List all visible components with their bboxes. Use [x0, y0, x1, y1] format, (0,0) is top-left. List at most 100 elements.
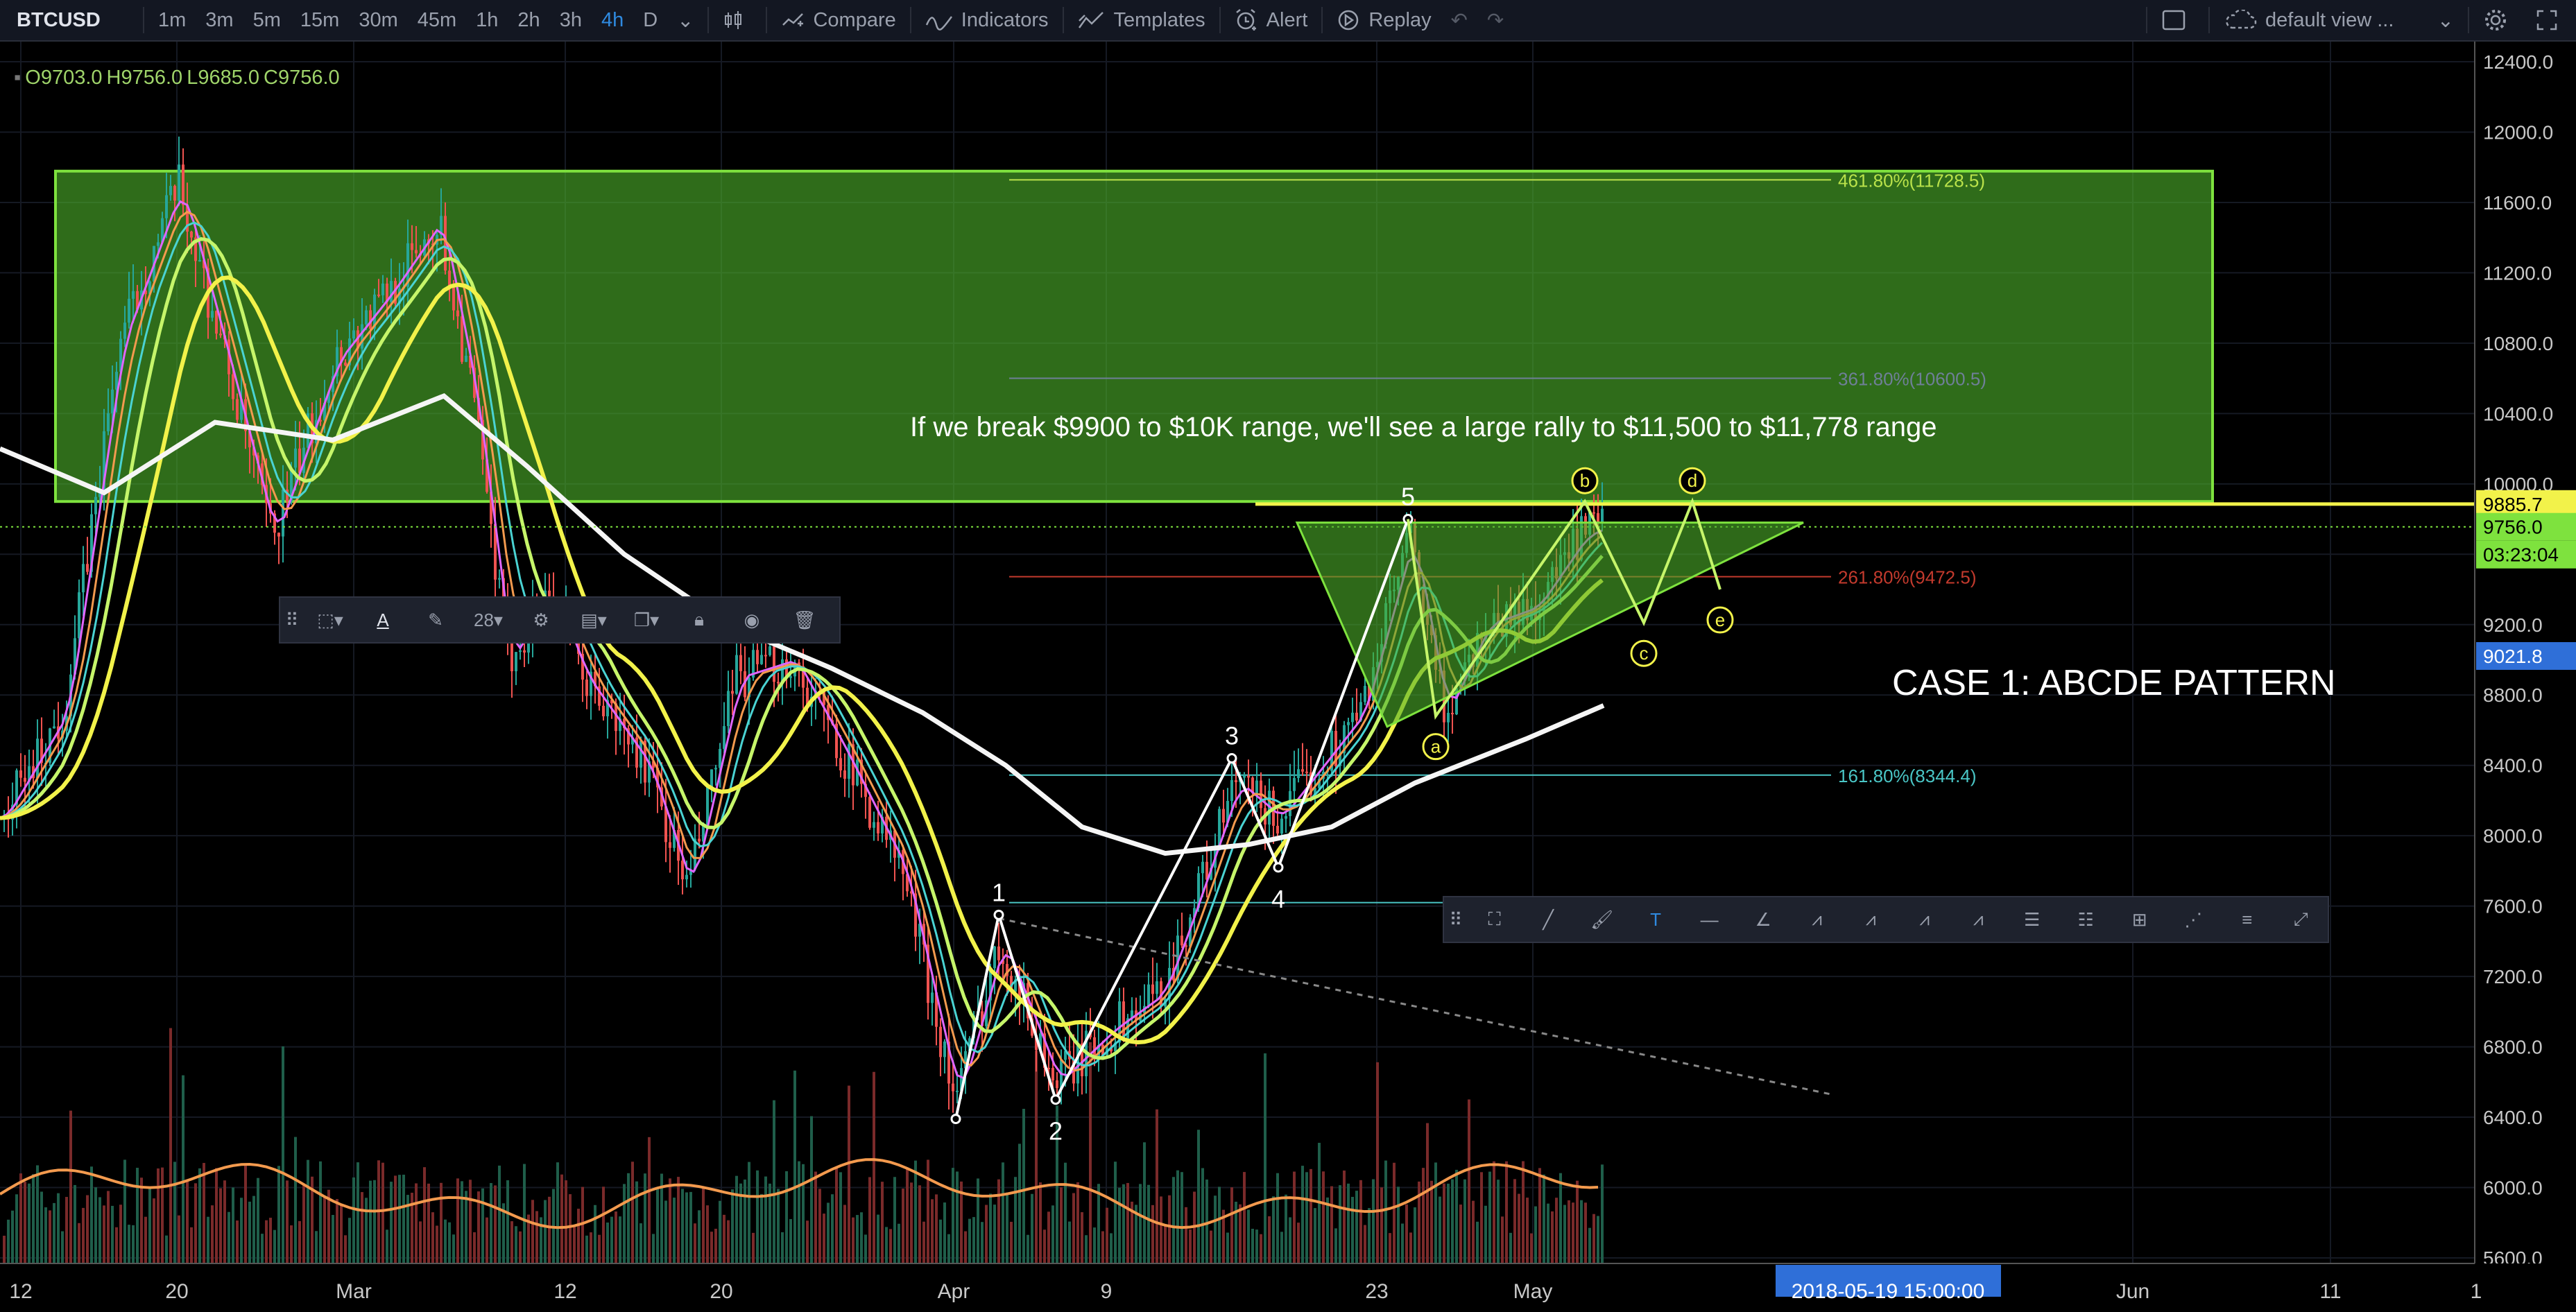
- wave-ae-icon[interactable]: ⩘: [1844, 897, 1898, 942]
- candle-body: [165, 195, 168, 218]
- text-tool-icon[interactable]: T: [1629, 897, 1683, 942]
- interval-1m[interactable]: 1m: [148, 0, 196, 40]
- candle-body: [1255, 780, 1258, 793]
- alert-button[interactable]: Alert: [1225, 0, 1318, 40]
- fib-retracement-icon[interactable]: ☰: [2005, 897, 2059, 942]
- volume-bar: [1122, 1184, 1125, 1263]
- fullscreen-square-button[interactable]: [2152, 0, 2204, 40]
- volume-bar: [635, 1181, 638, 1263]
- volume-bar: [1214, 1196, 1217, 1263]
- candle-body: [198, 260, 201, 262]
- volume-bar: [431, 1212, 434, 1263]
- candle-body: [1047, 1067, 1050, 1069]
- angle-icon[interactable]: ∠: [1736, 897, 1790, 942]
- settings-button[interactable]: [2473, 0, 2526, 40]
- volume-bar: [169, 1028, 172, 1263]
- wave-15-icon[interactable]: ⩘: [1898, 897, 1952, 942]
- fan-icon[interactable]: ⋰: [2166, 897, 2220, 942]
- volume-bar: [627, 1173, 630, 1263]
- eye-icon[interactable]: ◉: [725, 598, 778, 642]
- fullscreen-button[interactable]: [2526, 0, 2576, 40]
- interval-3h[interactable]: 3h: [550, 0, 592, 40]
- brush-icon[interactable]: 🖌︎: [1575, 897, 1629, 942]
- volume-bar: [885, 1227, 888, 1263]
- pencil-icon[interactable]: ✎: [409, 598, 462, 642]
- volume-bar: [702, 1186, 705, 1263]
- undo-button[interactable]: ↶: [1441, 0, 1477, 40]
- replay-button[interactable]: Replay: [1327, 0, 1441, 40]
- lock-icon[interactable]: 🔒︎: [673, 598, 725, 642]
- chart-area[interactable]: 461.80%(11728.5) 361.80%(10600.5) 261.80%(…: [0, 42, 2576, 1312]
- volume-bar: [261, 1234, 264, 1263]
- time-tick-label: Jun: [2116, 1280, 2149, 1303]
- volume-bar: [1039, 1182, 1042, 1263]
- toolbar-divider: [1321, 7, 1323, 33]
- interval-5m[interactable]: 5m: [243, 0, 291, 40]
- gann-box-icon[interactable]: ⊞: [2113, 897, 2167, 942]
- elliott-wave-point: [1226, 753, 1237, 764]
- compare-button[interactable]: Compare: [771, 0, 905, 40]
- interval-D[interactable]: D: [633, 0, 667, 40]
- redo-button[interactable]: ↷: [1477, 0, 1513, 40]
- price-tick-label: 10400.0: [2483, 403, 2553, 424]
- price-tick-label: 8000.0: [2483, 825, 2543, 847]
- candle-body: [868, 797, 871, 828]
- text-color-button[interactable]: A: [357, 598, 409, 642]
- volume-bar: [569, 1194, 572, 1263]
- layout-selector[interactable]: default view ... ⌄: [2214, 0, 2464, 40]
- fib-extension-icon[interactable]: ☷: [2059, 897, 2113, 942]
- clone-button[interactable]: ❐▾: [620, 598, 673, 642]
- candle-body: [182, 164, 184, 205]
- horizontal-line-icon[interactable]: —: [1683, 897, 1737, 942]
- select-rect-icon[interactable]: ⛶: [1468, 897, 1522, 942]
- candle-body: [515, 652, 517, 671]
- layers-button[interactable]: ▤▾: [567, 598, 620, 642]
- volume-bar: [1010, 1221, 1013, 1263]
- volume-bar: [386, 1229, 388, 1263]
- wave-ac-icon[interactable]: ⩘: [1951, 897, 2005, 942]
- volume-bar: [898, 1223, 900, 1263]
- volume-bar: [1114, 1162, 1117, 1263]
- drag-handle-icon[interactable]: ⠿: [1444, 897, 1468, 942]
- candle-body: [277, 533, 280, 537]
- volume-bar: [1497, 1180, 1500, 1263]
- trash-icon[interactable]: 🗑︎: [778, 598, 831, 642]
- text-frame-button[interactable]: ⬚▾: [304, 598, 357, 642]
- volume-bar: [914, 1160, 917, 1263]
- volume-bar: [1060, 1187, 1063, 1263]
- gear-icon[interactable]: ⚙: [515, 598, 567, 642]
- indicators-button[interactable]: Indicators: [916, 0, 1058, 40]
- chart-type-button[interactable]: [713, 0, 762, 40]
- volume-bar: [315, 1231, 318, 1263]
- candle-body: [361, 324, 363, 349]
- interval-30m[interactable]: 30m: [349, 0, 407, 40]
- interval-1h[interactable]: 1h: [466, 0, 508, 40]
- interval-45m[interactable]: 45m: [408, 0, 466, 40]
- templates-button[interactable]: Templates: [1068, 0, 1215, 40]
- interval-3m[interactable]: 3m: [196, 0, 243, 40]
- candlestick-chart[interactable]: 461.80%(11728.5) 361.80%(10600.5) 261.80%(…: [0, 42, 2576, 1312]
- volume-bar: [1501, 1216, 1504, 1263]
- text-style-toolbar: ⠿ ⬚▾ A ✎ 28 ▾ ⚙ ▤▾ ❐▾ 🔒︎ ◉ 🗑︎: [279, 596, 841, 644]
- font-size-select[interactable]: 28 ▾: [462, 598, 515, 642]
- volume-bar: [103, 1205, 105, 1263]
- interval-2h[interactable]: 2h: [508, 0, 549, 40]
- lines-icon[interactable]: ≡: [2220, 897, 2274, 942]
- candle-body: [86, 564, 89, 572]
- candle-body: [1601, 508, 1604, 522]
- wave-wy-icon[interactable]: ⩘: [1790, 897, 1844, 942]
- volume-bar: [1160, 1196, 1162, 1263]
- symbol-selector[interactable]: BTCUSD: [0, 0, 139, 40]
- interval-4h[interactable]: 4h: [592, 0, 633, 40]
- volume-bar: [1484, 1205, 1487, 1263]
- volume-bar: [140, 1177, 143, 1263]
- ruler-icon[interactable]: ⤢: [2274, 897, 2328, 942]
- wave-label-1: 1: [992, 878, 1006, 906]
- interval-menu-chevron-icon[interactable]: ⌄: [667, 0, 703, 40]
- interval-15m[interactable]: 15m: [291, 0, 349, 40]
- drag-handle-icon[interactable]: ⠿: [280, 598, 304, 642]
- candle-body: [756, 650, 759, 664]
- volume-bar: [1526, 1198, 1529, 1263]
- volume-bar: [619, 1216, 621, 1263]
- trend-line-icon[interactable]: ╱: [1521, 897, 1575, 942]
